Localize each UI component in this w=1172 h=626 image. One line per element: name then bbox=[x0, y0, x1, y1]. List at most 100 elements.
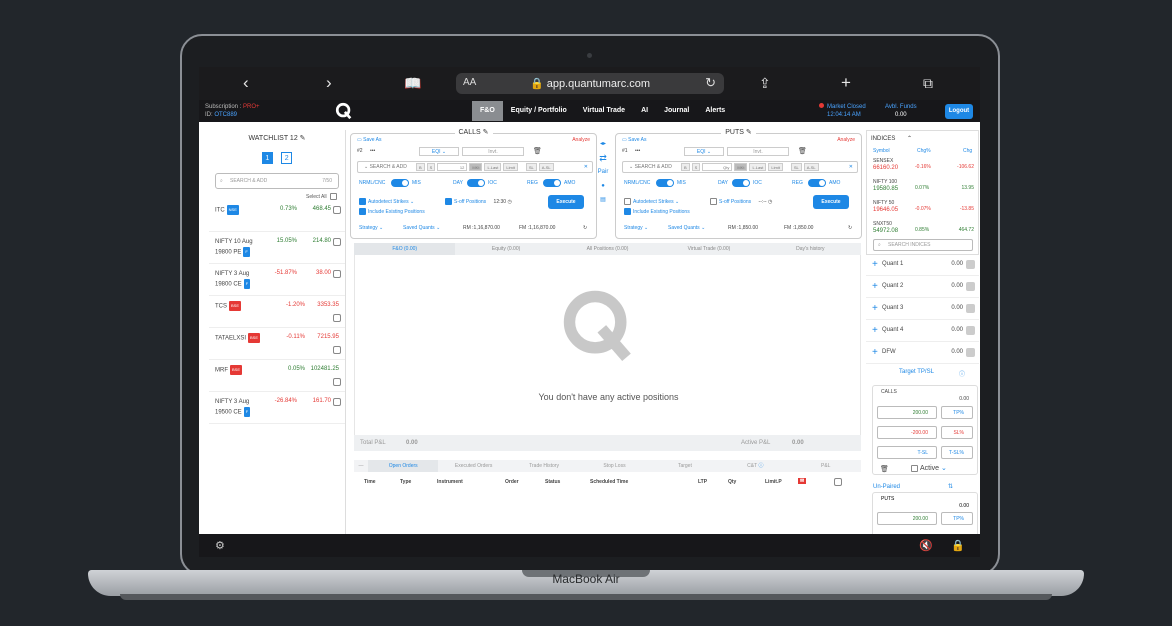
watchlist-row[interactable]: NIFTY 3 Aug 19500 CE F -26.84% 161.70 bbox=[209, 392, 345, 424]
sl-value-input[interactable]: -200.00 bbox=[877, 426, 937, 439]
order-chip[interactable]: Qty bbox=[702, 163, 733, 171]
order-chip[interactable]: 12 bbox=[437, 163, 468, 171]
order-chip[interactable]: SL bbox=[525, 163, 537, 171]
nav-ai[interactable]: AI bbox=[633, 101, 656, 121]
select-all[interactable]: Select All bbox=[209, 193, 339, 200]
saved-quants-select[interactable]: Saved Quants ⌄ bbox=[668, 225, 705, 231]
quantumarc-logo-icon[interactable] bbox=[335, 102, 353, 120]
order-chip[interactable]: A-SL bbox=[803, 163, 819, 171]
search-add-input[interactable]: ⌄ SEARCH & ADD B S 12 MKt L.Last Limit SL A-SL … bbox=[357, 161, 593, 173]
search-add-input[interactable]: ⌄ SEARCH & ADD B S Qty MKt L.Last Limit SL A-SL… bbox=[622, 161, 858, 173]
order-chip[interactable]: MKt bbox=[469, 163, 483, 171]
bookmarks-icon[interactable]: 📖 bbox=[404, 73, 421, 93]
quant-row[interactable]: + Quant 1 0.00 bbox=[866, 255, 979, 276]
tab-fno-positions[interactable]: F&O (0.00) bbox=[354, 243, 456, 255]
row-checkbox[interactable] bbox=[333, 206, 341, 214]
refresh-icon[interactable]: ↻ bbox=[583, 225, 587, 231]
analyze-link[interactable]: Analyze bbox=[837, 137, 855, 143]
sl-unit-select[interactable]: SL% bbox=[941, 426, 973, 439]
tabs-icon[interactable]: ⧉ bbox=[923, 73, 933, 93]
quant-toggle[interactable] bbox=[966, 282, 975, 291]
include-existing-checkbox[interactable]: Include Existing Positions bbox=[624, 207, 690, 217]
tab-all-positions[interactable]: All Positions (0.00) bbox=[557, 243, 658, 255]
watchlist-row[interactable]: TCS BSE -1.20% 3353.35 bbox=[209, 296, 345, 328]
equity-select[interactable]: EQI ⌄ bbox=[419, 147, 459, 156]
row-checkbox[interactable] bbox=[333, 346, 341, 354]
tsl-unit-select[interactable]: T-SL% bbox=[941, 446, 973, 459]
swap-arrows-icon[interactable]: ◂▸ bbox=[595, 137, 611, 151]
new-tab-icon[interactable]: + bbox=[841, 73, 851, 93]
order-chip[interactable]: L.Last bbox=[484, 163, 502, 171]
tab-equity-positions[interactable]: Equity (0.00) bbox=[455, 243, 556, 255]
quant-toggle[interactable] bbox=[966, 304, 975, 313]
nav-fno[interactable]: F&O bbox=[472, 101, 503, 121]
analyze-link[interactable]: Analyze bbox=[572, 137, 590, 143]
watchlist-tab-1[interactable]: 1 bbox=[261, 152, 273, 164]
soff-checkbox[interactable]: S-off Positions 12:30 ◷ bbox=[445, 197, 512, 207]
more-icon[interactable]: ••• bbox=[635, 148, 640, 154]
row-checkbox[interactable] bbox=[333, 314, 341, 322]
lock-icon[interactable]: 🔒 bbox=[951, 539, 965, 552]
orders-select-all-checkbox[interactable] bbox=[834, 478, 842, 486]
pair-toggle-icon[interactable]: ▤ bbox=[595, 193, 611, 207]
add-icon[interactable]: + bbox=[872, 347, 878, 358]
validity-toggle[interactable] bbox=[732, 179, 750, 187]
close-icon[interactable]: ✕ bbox=[584, 162, 588, 173]
orders-tab[interactable]: C&T ⓘ bbox=[720, 460, 790, 472]
index-row[interactable]: SENSEX 66160.20 -0.16% -106.62 bbox=[867, 158, 980, 178]
quant-toggle[interactable] bbox=[966, 326, 975, 335]
nav-alerts[interactable]: Alerts bbox=[697, 101, 733, 121]
tp-unit-select[interactable]: TP% bbox=[941, 406, 973, 419]
validity-toggle[interactable] bbox=[467, 179, 485, 187]
trash-icon[interactable]: 🗑 bbox=[798, 147, 807, 155]
chevron-up-icon[interactable]: ⌃ bbox=[907, 136, 912, 142]
mute-icon[interactable]: 🔇 bbox=[919, 539, 933, 552]
watchlist-row[interactable]: NIFTY 3 Aug 19800 CE F -51.87% 38.00 bbox=[209, 264, 345, 296]
include-existing-checkbox[interactable]: Include Existing Positions bbox=[359, 207, 425, 217]
logout-button[interactable]: Logout bbox=[945, 104, 973, 119]
strategy-select[interactable]: Strategy ⌄ bbox=[359, 225, 383, 231]
add-icon[interactable]: + bbox=[872, 259, 878, 270]
delete-all-icon[interactable]: ✉ bbox=[798, 478, 807, 484]
orders-tab[interactable]: P&L bbox=[791, 460, 861, 472]
settings-icon[interactable]: ⚙ bbox=[215, 539, 225, 552]
orders-tab[interactable]: Target bbox=[650, 460, 720, 472]
autodetect-checkbox[interactable]: Autodetect Strikes ⌄ bbox=[359, 197, 414, 207]
order-chip[interactable]: A-SL bbox=[538, 163, 554, 171]
tab-days-history[interactable]: Day's history bbox=[760, 243, 861, 255]
order-chip[interactable]: SL bbox=[790, 163, 802, 171]
investment-input[interactable]: Invt. bbox=[462, 147, 524, 156]
strategy-select[interactable]: Strategy ⌄ bbox=[624, 225, 648, 231]
add-icon[interactable]: + bbox=[872, 303, 878, 314]
pair-label[interactable]: Pair bbox=[595, 165, 611, 179]
quant-toggle[interactable] bbox=[966, 348, 975, 357]
watchlist-row[interactable]: MRF BSE 0.05% 102481.25 bbox=[209, 360, 345, 392]
orders-tab[interactable]: Trade History bbox=[509, 460, 579, 472]
watchlist-search-input[interactable]: ⌕ SEARCH & ADD 7/50 bbox=[215, 173, 339, 189]
tab-virtual-trade[interactable]: Virtual Trade (0.00) bbox=[658, 243, 759, 255]
trash-icon[interactable]: 🗑 bbox=[880, 465, 889, 473]
order-chip[interactable]: Limit bbox=[503, 163, 518, 171]
order-chip[interactable]: L.Last bbox=[749, 163, 767, 171]
index-row[interactable]: NIFTY 100 19580.85 0.07% 13.95 bbox=[867, 179, 980, 199]
row-checkbox[interactable] bbox=[333, 238, 341, 246]
puts-tp-unit-select[interactable]: TP% bbox=[941, 512, 973, 525]
more-icon[interactable]: ••• bbox=[370, 148, 375, 154]
quant-row[interactable]: + Quant 4 0.00 bbox=[866, 321, 979, 342]
save-as-button[interactable]: ▭ Save As bbox=[357, 137, 381, 143]
order-chip[interactable]: S bbox=[691, 163, 701, 171]
edit-icon[interactable]: ✎ bbox=[300, 135, 306, 142]
puts-tp-value-input[interactable]: 200.00 bbox=[877, 512, 937, 525]
index-row[interactable]: SNXT50 54972.08 0.85% 464.72 bbox=[867, 221, 980, 241]
row-checkbox[interactable] bbox=[333, 270, 341, 278]
product-toggle[interactable] bbox=[391, 179, 409, 187]
back-icon[interactable]: ‹ bbox=[243, 73, 249, 93]
quant-row[interactable]: + Quant 3 0.00 bbox=[866, 299, 979, 320]
add-icon[interactable]: + bbox=[872, 325, 878, 336]
collapse-icon[interactable]: — bbox=[354, 460, 368, 472]
watchlist-row[interactable]: NIFTY 10 Aug 19800 PE F 15.05% 214.80 bbox=[209, 232, 345, 264]
url-bar[interactable]: AA 🔒 app.quantumarc.com ↻ bbox=[456, 73, 724, 94]
info-icon[interactable]: ● bbox=[595, 179, 611, 193]
tsl-value-input[interactable]: T-SL bbox=[877, 446, 937, 459]
autodetect-checkbox[interactable]: Autodetect Strikes ⌄ bbox=[624, 197, 679, 207]
